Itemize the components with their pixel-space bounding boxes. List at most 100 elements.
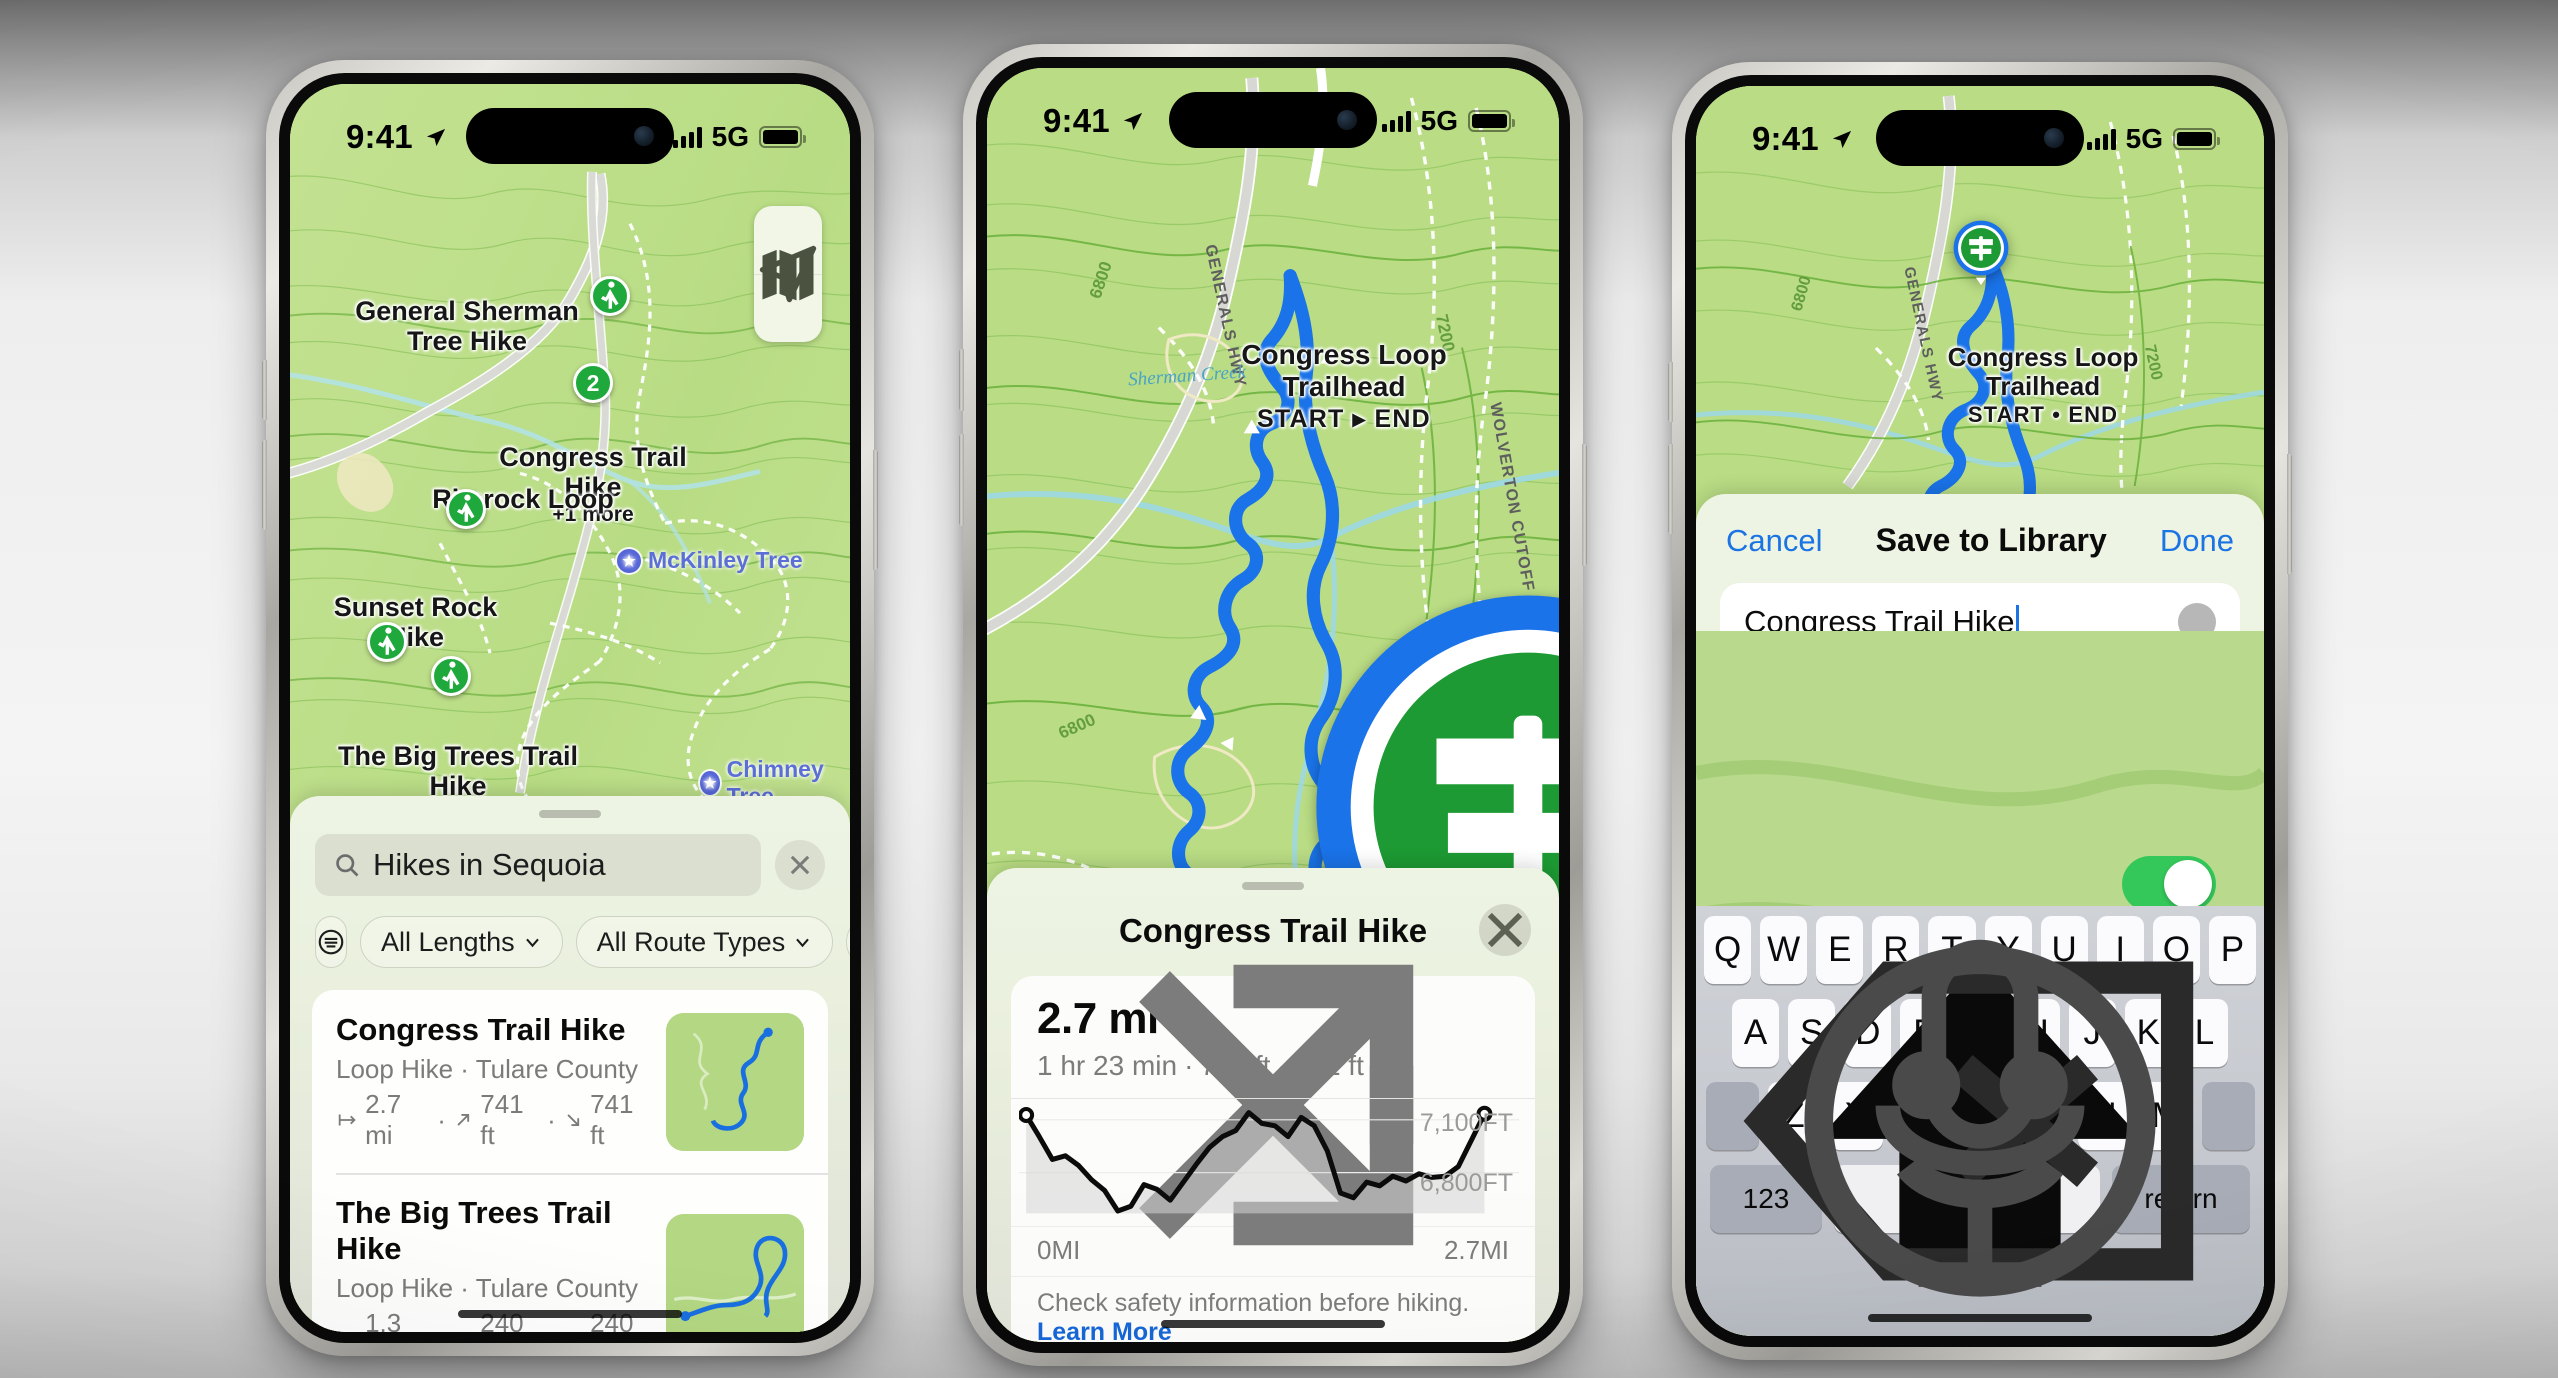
- status-time: 9:41: [1043, 102, 1110, 139]
- dynamic-island: [1876, 110, 2084, 166]
- result-distance: 2.7 mi: [365, 1089, 402, 1150]
- home-indicator[interactable]: [1868, 1314, 2092, 1322]
- front-camera-icon: [1337, 110, 1357, 130]
- search-input[interactable]: Hikes in Sequoia: [315, 834, 761, 896]
- search-clear-button[interactable]: [775, 840, 825, 890]
- filter-lengths[interactable]: All Lengths: [360, 916, 563, 968]
- result-subtitle: Loop Hike · Tulare County: [336, 1054, 639, 1084]
- arrow-down-right-icon: [563, 1328, 583, 1332]
- filter-elevation[interactable]: All Elev: [846, 916, 850, 968]
- result-descent: 741 ft: [590, 1089, 634, 1150]
- filter-label: All Route Types: [596, 926, 786, 957]
- network-label: 5G: [2125, 123, 2163, 154]
- route-stats-card: 2.7 mi 1 hr 23 min · 741 ft · 741 ft 7,1…: [1011, 964, 1535, 1342]
- locate-me-button[interactable]: [754, 245, 822, 342]
- microphone-icon[interactable]: [1696, 906, 2264, 1336]
- star-icon: ★: [700, 771, 720, 795]
- close-icon: [790, 855, 810, 875]
- volume-buttons[interactable]: [262, 360, 267, 420]
- trailhead-pin[interactable]: [1944, 214, 2018, 288]
- result-subtitle: Loop Hike · Tulare County: [336, 1273, 639, 1303]
- location-arrow-icon: [759, 245, 817, 303]
- volume-down-button[interactable]: [959, 434, 964, 526]
- save-to-library-sheet[interactable]: Cancel Save to Library Done Congress Tra…: [1696, 494, 2264, 1336]
- location-arrow-icon: [426, 128, 445, 146]
- chevron-down-icon: [525, 938, 539, 947]
- distance-icon: [338, 1114, 356, 1126]
- filter-chips: All Lengths All Route Types All Elev: [290, 896, 850, 968]
- power-button[interactable]: [2287, 454, 2292, 574]
- poi-label-text: McKinley Tree: [648, 547, 803, 573]
- arrow-up-right-icon: [453, 1328, 473, 1332]
- phone-1-screen: General Sherman Tree Hike 2 Congress Tra…: [290, 84, 850, 1332]
- filter-label: All Lengths: [381, 926, 515, 957]
- hike-pin-general-sherman[interactable]: [590, 276, 630, 316]
- hiker-icon: [377, 627, 396, 655]
- result-ascent: 741 ft: [480, 1089, 524, 1150]
- network-label: 5G: [711, 121, 749, 152]
- map-canvas-3[interactable]: 6800 7200 GENERALS HWY Congress Loop Tra…: [1696, 86, 2264, 1336]
- elev-min-label: 6,800FT: [1419, 1169, 1513, 1197]
- map-canvas-2[interactable]: 6800 6800 7200 7200 GENERALS HWY WOLVERT…: [987, 68, 1559, 1342]
- battery-icon: [2173, 128, 2220, 150]
- result-stats: 2.7 mi · 741 ft · 741 ft: [336, 1089, 650, 1151]
- hike-pin-sunset-rock[interactable]: [367, 622, 407, 662]
- filter-route-types[interactable]: All Route Types: [575, 916, 834, 968]
- magnifier-icon: [336, 854, 359, 877]
- hiker-icon: [456, 494, 475, 522]
- arrow-up-right-icon: [457, 1114, 470, 1126]
- route-detail-sheet[interactable]: Congress Trail Hike 2.7 mi 1 hr 23 min · …: [987, 868, 1559, 1342]
- phone-3-screen: 6800 7200 GENERALS HWY Congress Loop Tra…: [1696, 86, 2264, 1336]
- route-thumb-svg: [666, 1012, 804, 1151]
- home-indicator[interactable]: [1161, 1320, 1385, 1328]
- map-controls-1[interactable]: [754, 206, 822, 342]
- keyboard-bottom-row: [1704, 939, 2256, 1297]
- result-title: Congress Trail Hike: [336, 1012, 626, 1047]
- sliders-icon: [318, 929, 344, 955]
- phone-1: General Sherman Tree Hike 2 Congress Tra…: [262, 60, 878, 1356]
- chevron-down-icon: [796, 938, 810, 947]
- download-route-toggle[interactable]: [2122, 855, 2216, 912]
- battery-icon: [1468, 110, 1515, 132]
- filter-options-button[interactable]: [315, 916, 347, 968]
- route-meta: 1 hr 23 min · 741 ft · 741 ft: [1037, 964, 1509, 1246]
- phone-3: 6800 7200 GENERALS HWY Congress Loop Tra…: [1668, 62, 2292, 1360]
- search-input-value: Hikes in Sequoia: [373, 847, 606, 882]
- search-results-list: Congress Trail Hike Loop Hike · Tulare C…: [312, 990, 828, 1332]
- star-icon: ★: [617, 548, 641, 573]
- power-button[interactable]: [1582, 444, 1587, 566]
- home-indicator[interactable]: [458, 1310, 682, 1318]
- result-title: The Big Trees Trail Hike: [336, 1195, 612, 1266]
- onscreen-keyboard[interactable]: Q W E R T Y U I O P A S D J K L Z M 123 …: [1696, 906, 2264, 1336]
- elev-max-label: 7,100FT: [1419, 1109, 1513, 1137]
- sheet-grabber[interactable]: [539, 810, 601, 818]
- location-arrow-icon: [1123, 112, 1142, 130]
- status-time: 9:41: [346, 118, 413, 155]
- phone-2-screen: 6800 6800 7200 7200 GENERALS HWY WOLVERT…: [987, 68, 1559, 1342]
- volume-down-button[interactable]: [1668, 444, 1673, 534]
- hiker-icon: [441, 661, 460, 689]
- hiker-icon: [600, 281, 619, 309]
- power-button[interactable]: [873, 450, 878, 570]
- arrow-down-right-icon: [567, 1114, 579, 1126]
- hike-pin-big-trees[interactable]: [431, 656, 471, 696]
- search-sheet[interactable]: Hikes in Sequoia All Lengths All Route T…: [290, 796, 850, 1332]
- battery-icon: [759, 126, 806, 148]
- volume-down-button[interactable]: [262, 440, 267, 530]
- hike-pin-rimrock-loop[interactable]: [446, 489, 486, 529]
- status-time: 9:41: [1752, 120, 1819, 157]
- route-thumbnail: [666, 1012, 804, 1151]
- cellular-signal-icon: [1381, 110, 1411, 132]
- volume-up-button[interactable]: [1668, 362, 1673, 422]
- route-thumbnail: [666, 1213, 804, 1332]
- front-camera-icon: [634, 126, 654, 146]
- volume-up-button[interactable]: [959, 349, 964, 411]
- hike-cluster-pin[interactable]: 2: [573, 363, 613, 403]
- cluster-count: 2: [586, 369, 600, 396]
- route-thumb-svg: [666, 1213, 804, 1332]
- poi-mckinley-tree[interactable]: ★ McKinley Tree: [617, 547, 803, 574]
- distance-icon: [336, 1327, 358, 1332]
- cellular-signal-icon: [672, 126, 702, 148]
- table-row[interactable]: The Big Trees Trail Hike Loop Hike · Tul…: [312, 1173, 828, 1332]
- table-row[interactable]: Congress Trail Hike Loop Hike · Tulare C…: [312, 990, 828, 1173]
